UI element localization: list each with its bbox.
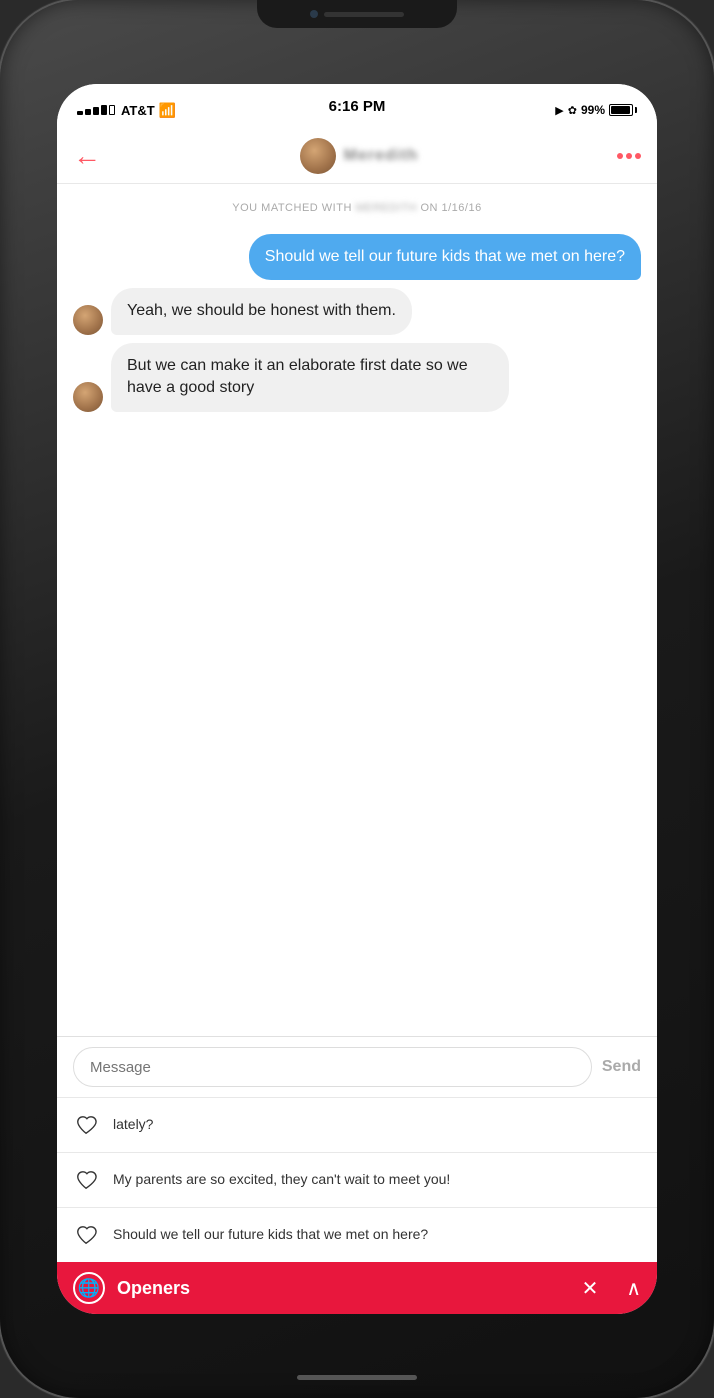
- signal-bar-5: [109, 105, 115, 115]
- lately-text: lately?: [113, 1115, 153, 1135]
- heart-icon-1: [73, 1167, 99, 1193]
- received-bubble-2: But we can make it an elaborate first da…: [111, 343, 509, 412]
- battery-percent: 99%: [581, 103, 605, 117]
- more-dot-2: [626, 153, 632, 159]
- opener-item-2[interactable]: Should we tell our future kids that we m…: [57, 1207, 657, 1262]
- more-button[interactable]: [617, 153, 641, 159]
- bluetooth-icon: ✿: [568, 104, 577, 117]
- sender-avatar: [73, 305, 103, 335]
- openers-label: Openers: [117, 1278, 570, 1299]
- location-icon: ▶: [555, 104, 563, 117]
- home-indicator: [297, 1375, 417, 1380]
- chat-area: YOU MATCHED WITH Meredith ON 1/16/16 Sho…: [57, 184, 657, 1036]
- send-button[interactable]: Send: [602, 1058, 641, 1076]
- speaker-bar: [324, 12, 404, 17]
- phone-screen: AT&T 📶 6:16 PM ▶ ✿ 99% ←: [57, 84, 657, 1314]
- status-time: 6:16 PM: [329, 98, 386, 115]
- opener-text-1: My parents are so excited, they can't wa…: [113, 1170, 450, 1190]
- more-dot-3: [635, 153, 641, 159]
- openers-toolbar: 🌐 Openers ✕ ∧: [57, 1262, 657, 1314]
- match-name-blurred: Meredith: [355, 202, 420, 214]
- status-bar: AT&T 📶 6:16 PM ▶ ✿ 99%: [57, 84, 657, 128]
- globe-icon: 🌐: [73, 1272, 105, 1304]
- app-header: ← Meredith: [57, 128, 657, 184]
- opener-item-1[interactable]: My parents are so excited, they can't wa…: [57, 1152, 657, 1207]
- camera-dot: [310, 10, 318, 18]
- message-row: Yeah, we should be honest with them.: [73, 288, 641, 334]
- openers-lately-row: lately?: [57, 1097, 657, 1152]
- signal-bar-3: [93, 107, 99, 115]
- signal-bars: [77, 105, 115, 115]
- signal-bar-1: [77, 111, 83, 115]
- message-input[interactable]: [73, 1047, 592, 1087]
- avatar-image: [300, 138, 336, 174]
- wifi-icon: 📶: [159, 102, 176, 119]
- message-row: But we can make it an elaborate first da…: [73, 343, 641, 412]
- phone-frame: AT&T 📶 6:16 PM ▶ ✿ 99% ←: [0, 0, 714, 1398]
- back-button[interactable]: ←: [73, 140, 101, 172]
- heart-icon-2: [73, 1222, 99, 1248]
- more-dot-1: [617, 153, 623, 159]
- opener-text-2: Should we tell our future kids that we m…: [113, 1225, 428, 1245]
- up-button[interactable]: ∧: [626, 1276, 641, 1301]
- battery-indicator: [609, 104, 637, 116]
- profile-name: Meredith: [344, 147, 419, 165]
- header-center[interactable]: Meredith: [300, 138, 419, 174]
- globe-symbol: 🌐: [78, 1278, 100, 1299]
- status-right: ▶ ✿ 99%: [555, 103, 637, 117]
- phone-notch: [257, 0, 457, 28]
- message-row: Should we tell our future kids that we m…: [73, 234, 641, 280]
- signal-bar-4: [101, 105, 107, 115]
- received-bubble-1: Yeah, we should be honest with them.: [111, 288, 412, 334]
- heart-icon-lately: [73, 1112, 99, 1138]
- close-button[interactable]: ✕: [582, 1276, 599, 1301]
- match-notice: YOU MATCHED WITH Meredith ON 1/16/16: [73, 202, 641, 214]
- openers-list: lately? My parents are so excited, they …: [57, 1097, 657, 1262]
- sent-bubble-1: Should we tell our future kids that we m…: [249, 234, 641, 280]
- sender-avatar-2: [73, 382, 103, 412]
- signal-bar-2: [85, 109, 91, 115]
- carrier-label: AT&T: [121, 103, 155, 118]
- status-left: AT&T 📶: [77, 102, 176, 119]
- avatar: [300, 138, 336, 174]
- input-area: Send: [57, 1036, 657, 1097]
